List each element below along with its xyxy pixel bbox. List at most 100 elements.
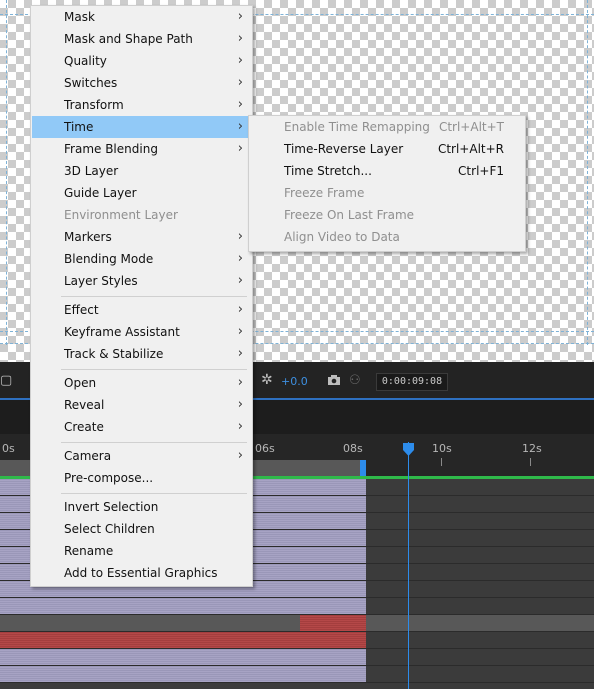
ruler-label: 12s bbox=[522, 442, 542, 455]
layer-context-menu: Mask › Mask and Shape Path › Quality › Swit… bbox=[30, 5, 253, 587]
submenu-item-label: Time Stretch... bbox=[284, 164, 372, 178]
menu-separator bbox=[61, 493, 247, 494]
menu-separator bbox=[61, 369, 247, 370]
menu-item-rename[interactable]: Rename bbox=[32, 540, 251, 562]
submenu-arrow-icon: › bbox=[237, 273, 243, 288]
submenu-item-enable-time-remapping: Enable Time Remapping Ctrl+Alt+T bbox=[250, 116, 524, 138]
menu-item-blending-mode[interactable]: Blending Mode › bbox=[32, 248, 251, 270]
track-row[interactable] bbox=[0, 666, 594, 683]
playhead-line[interactable] bbox=[408, 442, 409, 689]
menu-item-camera[interactable]: Camera › bbox=[32, 445, 251, 467]
menu-item-label: Select Children bbox=[64, 522, 155, 536]
menu-item-label: Guide Layer bbox=[64, 186, 137, 200]
guide-line-right bbox=[587, 0, 588, 345]
menu-item-effect[interactable]: Effect › bbox=[32, 299, 251, 321]
submenu-arrow-icon: › bbox=[237, 324, 243, 339]
layer-bar[interactable] bbox=[0, 598, 366, 614]
submenu-item-label: Freeze On Last Frame bbox=[284, 208, 415, 222]
ruler-label: 0s bbox=[2, 442, 15, 455]
menu-item-markers[interactable]: Markers › bbox=[32, 226, 251, 248]
track-row[interactable] bbox=[0, 649, 594, 666]
menu-item-track-and-stabilize[interactable]: Track & Stabilize › bbox=[32, 343, 251, 365]
menu-item-label: Open bbox=[64, 376, 97, 390]
menu-item-guide-layer[interactable]: Guide Layer bbox=[32, 182, 251, 204]
shortcut-label: Ctrl+Alt+R bbox=[437, 142, 504, 156]
menu-item-quality[interactable]: Quality › bbox=[32, 50, 251, 72]
menu-item-add-to-essential-graphics[interactable]: Add to Essential Graphics bbox=[32, 562, 251, 584]
menu-item-pre-compose[interactable]: Pre-compose... bbox=[32, 467, 251, 489]
time-submenu: Enable Time Remapping Ctrl+Alt+T Time-Rev… bbox=[248, 115, 526, 252]
submenu-arrow-icon: › bbox=[237, 302, 243, 317]
menu-item-keyframe-assistant[interactable]: Keyframe Assistant › bbox=[32, 321, 251, 343]
ruler-tick bbox=[530, 458, 531, 466]
submenu-arrow-icon: › bbox=[237, 75, 243, 90]
submenu-arrow-icon: › bbox=[237, 141, 243, 156]
menu-item-label: Mask bbox=[64, 10, 95, 24]
submenu-arrow-icon: › bbox=[237, 448, 243, 463]
layer-bar[interactable] bbox=[0, 632, 366, 648]
submenu-item-time-stretch[interactable]: Time Stretch... Ctrl+F1 bbox=[250, 160, 524, 182]
submenu-arrow-icon: › bbox=[237, 119, 243, 134]
menu-item-reveal[interactable]: Reveal › bbox=[32, 394, 251, 416]
menu-item-label: Blending Mode bbox=[64, 252, 154, 266]
menu-item-label: Add to Essential Graphics bbox=[64, 566, 218, 580]
layer-bar[interactable] bbox=[0, 666, 366, 682]
menu-item-create[interactable]: Create › bbox=[32, 416, 251, 438]
menu-item-label: Rename bbox=[64, 544, 114, 558]
submenu-arrow-icon: › bbox=[237, 53, 243, 68]
ruler-label: 08s bbox=[343, 442, 363, 455]
menu-item-open[interactable]: Open › bbox=[32, 372, 251, 394]
menu-item-label: Transform bbox=[64, 98, 124, 112]
submenu-item-freeze-on-last-frame: Freeze On Last Frame bbox=[250, 204, 524, 226]
menu-item-transform[interactable]: Transform › bbox=[32, 94, 251, 116]
snapshot-camera-icon[interactable] bbox=[327, 374, 341, 390]
menu-item-environment-layer: Environment Layer bbox=[32, 204, 251, 226]
submenu-item-label: Enable Time Remapping bbox=[284, 120, 430, 134]
submenu-arrow-icon: › bbox=[237, 419, 243, 434]
submenu-item-label: Time-Reverse Layer bbox=[284, 142, 404, 156]
submenu-arrow-icon: › bbox=[237, 31, 243, 46]
menu-item-label: Invert Selection bbox=[64, 500, 159, 514]
layer-bar[interactable] bbox=[0, 649, 366, 665]
motion-blur-value[interactable]: +0.0 bbox=[281, 375, 308, 388]
layer-bar[interactable] bbox=[300, 615, 366, 631]
menu-item-label: Time bbox=[64, 120, 94, 134]
work-area-end-handle[interactable] bbox=[360, 460, 366, 477]
ruler-label: 06s bbox=[255, 442, 275, 455]
menu-item-label: Effect bbox=[64, 303, 99, 317]
menu-separator bbox=[61, 296, 247, 297]
menu-item-layer-styles[interactable]: Layer Styles › bbox=[32, 270, 251, 292]
menu-item-3d-layer[interactable]: 3D Layer bbox=[32, 160, 251, 182]
menu-separator bbox=[61, 442, 247, 443]
submenu-arrow-icon: › bbox=[237, 97, 243, 112]
submenu-item-freeze-frame: Freeze Frame bbox=[250, 182, 524, 204]
track-row[interactable] bbox=[0, 615, 594, 632]
shortcut-label: Ctrl+Alt+T bbox=[438, 120, 504, 134]
toolbar-partial-icon[interactable]: ▢ bbox=[0, 374, 12, 388]
menu-item-label: Mask and Shape Path bbox=[64, 32, 193, 46]
submenu-arrow-icon: › bbox=[237, 346, 243, 361]
menu-item-invert-selection[interactable]: Invert Selection bbox=[32, 496, 251, 518]
menu-item-select-children[interactable]: Select Children bbox=[32, 518, 251, 540]
menu-item-label: Markers bbox=[64, 230, 112, 244]
menu-item-label: Frame Blending bbox=[64, 142, 158, 156]
menu-item-frame-blending[interactable]: Frame Blending › bbox=[32, 138, 251, 160]
menu-item-switches[interactable]: Switches › bbox=[32, 72, 251, 94]
menu-item-label: Switches bbox=[64, 76, 118, 90]
show-snapshot-icon[interactable]: ⚇ bbox=[349, 374, 361, 388]
submenu-arrow-icon: › bbox=[237, 229, 243, 244]
menu-item-label: Reveal bbox=[64, 398, 105, 412]
menu-item-mask[interactable]: Mask › bbox=[32, 6, 251, 28]
menu-item-label: Track & Stabilize bbox=[64, 347, 164, 361]
playhead-marker-icon[interactable] bbox=[402, 442, 415, 457]
menu-item-label: Layer Styles bbox=[64, 274, 138, 288]
submenu-item-time-reverse-layer[interactable]: Time-Reverse Layer Ctrl+Alt+R bbox=[250, 138, 524, 160]
menu-item-mask-and-shape-path[interactable]: Mask and Shape Path › bbox=[32, 28, 251, 50]
track-row[interactable] bbox=[0, 598, 594, 615]
menu-item-time[interactable]: Time › bbox=[32, 116, 251, 138]
guide-line-left bbox=[6, 0, 7, 345]
track-row[interactable] bbox=[0, 632, 594, 649]
submenu-arrow-icon: › bbox=[237, 9, 243, 24]
motion-blur-icon[interactable]: ✲ bbox=[261, 373, 273, 387]
current-time-display[interactable]: 0:00:09:08 bbox=[376, 373, 448, 391]
